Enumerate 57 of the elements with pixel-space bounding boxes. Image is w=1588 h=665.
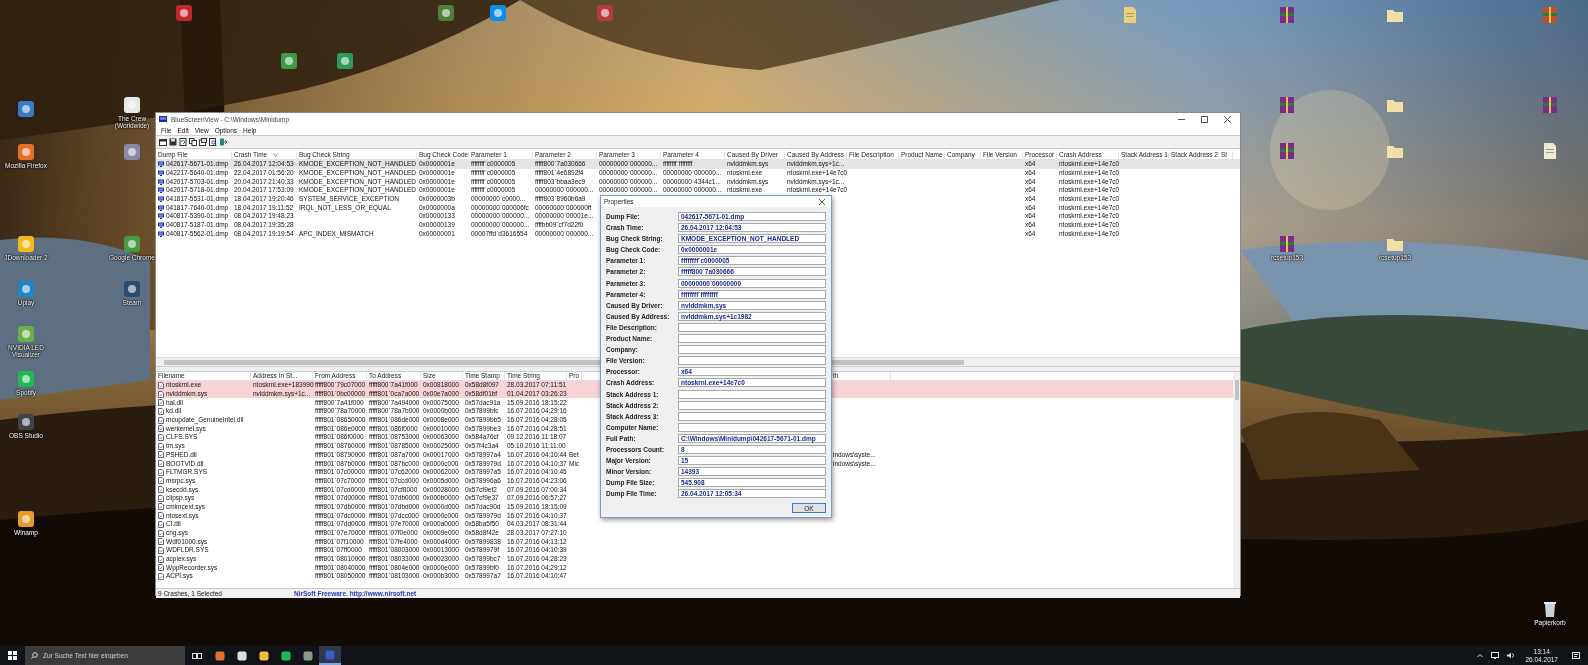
app-icon[interactable] <box>437 4 455 22</box>
options-icon[interactable] <box>199 138 207 146</box>
text-field[interactable] <box>678 334 826 344</box>
app-icon[interactable] <box>489 4 507 22</box>
copy-icon[interactable] <box>189 138 197 146</box>
find-icon[interactable] <box>209 138 217 146</box>
app-icon[interactable] <box>17 100 35 118</box>
recycle-bin-icon[interactable] <box>1541 600 1559 618</box>
archive-icon[interactable] <box>1541 96 1559 114</box>
archive-icon[interactable] <box>1541 6 1559 24</box>
sort-icon <box>273 153 279 157</box>
app-icon <box>259 650 269 661</box>
maximize-icon[interactable] <box>1201 115 1208 123</box>
app-icon[interactable] <box>123 96 141 114</box>
text-field[interactable] <box>678 389 826 399</box>
app-icon <box>325 649 335 660</box>
monitor-icon <box>158 213 164 220</box>
scrollbar[interactable] <box>1233 372 1240 588</box>
text-field[interactable] <box>678 400 826 410</box>
search-icon <box>31 652 38 659</box>
exit-icon[interactable] <box>219 138 227 146</box>
text-field[interactable] <box>678 322 826 332</box>
app-icon <box>159 115 167 123</box>
text-field[interactable] <box>678 422 826 432</box>
close-icon[interactable] <box>1224 115 1231 123</box>
close-icon[interactable] <box>819 198 825 205</box>
app-icon[interactable] <box>17 413 35 431</box>
refresh-icon[interactable] <box>179 138 187 146</box>
app-icon[interactable] <box>17 143 35 161</box>
app-icon <box>215 650 225 661</box>
start-icon[interactable] <box>8 651 17 660</box>
app-icon[interactable] <box>17 510 35 528</box>
notification-icon[interactable] <box>1572 651 1580 660</box>
save-icon[interactable] <box>169 138 177 146</box>
monitor-icon <box>158 161 164 168</box>
app-icon <box>303 650 313 661</box>
app-icon[interactable] <box>175 4 193 22</box>
properties-icon[interactable] <box>159 138 167 146</box>
network-icon[interactable] <box>1491 652 1500 659</box>
archive-icon[interactable] <box>1278 235 1296 253</box>
app-icon <box>281 650 291 661</box>
task-view-icon[interactable] <box>192 651 202 660</box>
chevron-icon[interactable] <box>1477 652 1484 659</box>
scrollbar-thumb[interactable] <box>1234 380 1239 400</box>
monitor-icon <box>158 187 164 194</box>
text-field[interactable] <box>678 411 826 421</box>
app-icon[interactable] <box>17 235 35 253</box>
archive-icon[interactable] <box>1278 96 1296 114</box>
archive-icon[interactable] <box>1278 6 1296 24</box>
app-icon <box>237 650 247 661</box>
text-field[interactable] <box>678 356 826 366</box>
app-icon[interactable] <box>280 52 298 70</box>
app-icon[interactable] <box>336 52 354 70</box>
text-field[interactable] <box>678 345 826 355</box>
speaker-icon[interactable] <box>1507 652 1516 659</box>
document-icon[interactable] <box>1541 142 1559 160</box>
archive-icon[interactable] <box>1278 142 1296 160</box>
